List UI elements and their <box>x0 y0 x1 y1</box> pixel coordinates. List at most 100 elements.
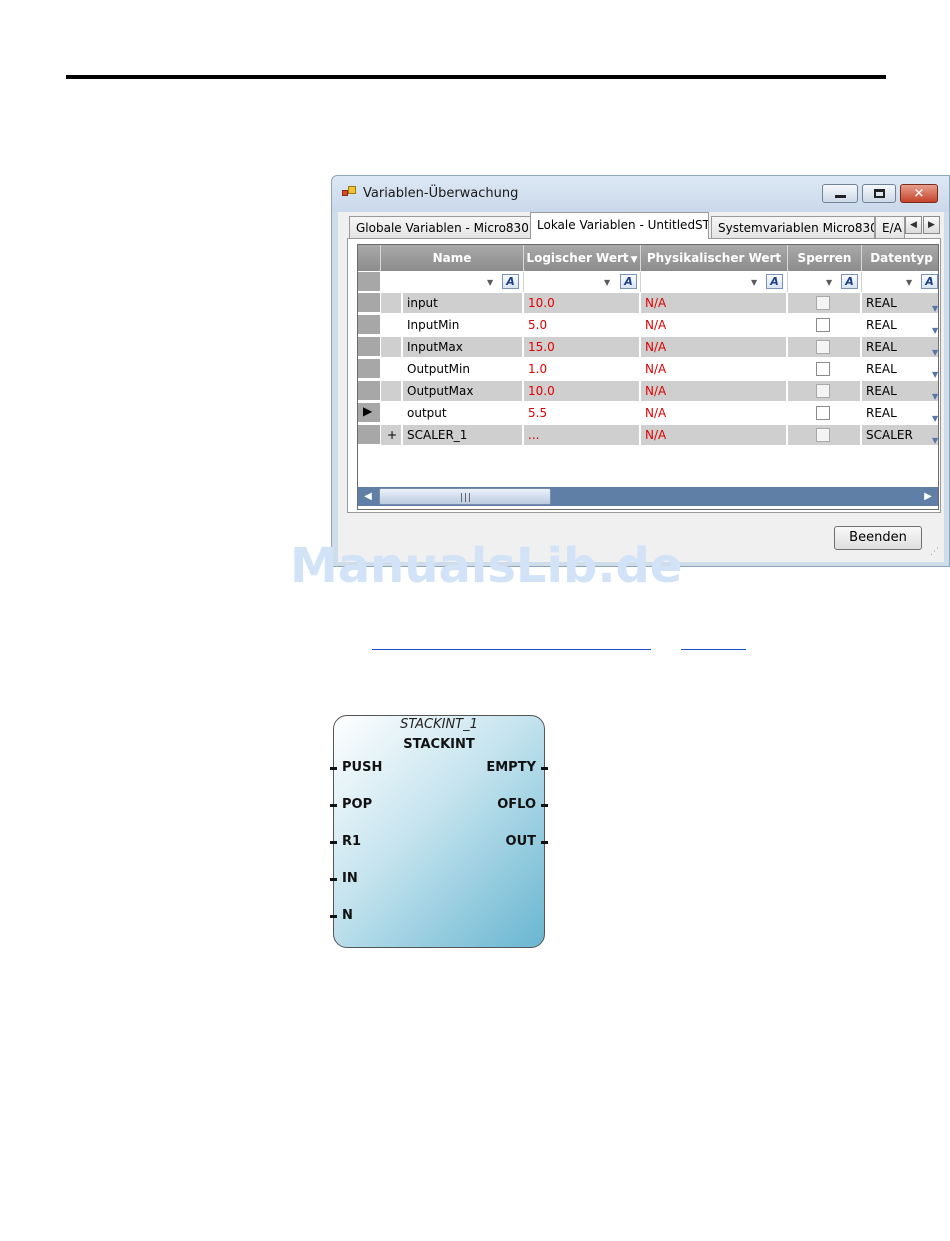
end-button[interactable]: Beenden <box>834 526 922 550</box>
expand-cell[interactable] <box>381 315 401 335</box>
output-pin-connector[interactable] <box>541 804 548 807</box>
row-header[interactable] <box>358 337 380 357</box>
cell-logical-value[interactable]: 10.0 <box>524 381 639 401</box>
row-header[interactable] <box>358 381 380 401</box>
tab-system-variables[interactable]: Systemvariablen Micro830 <box>711 216 875 238</box>
hyperlink-underline[interactable] <box>372 649 651 650</box>
filter-dropdown-icon[interactable]: ▼ <box>604 278 610 287</box>
filter-name[interactable]: ▼ A <box>381 272 524 292</box>
datatype-dropdown-icon[interactable]: ▼ <box>932 321 938 335</box>
cell-datatype[interactable]: SCALER ▼ <box>862 425 938 445</box>
cell-physical-value[interactable]: N/A <box>641 403 786 423</box>
filter-physical[interactable]: ▼ A <box>641 272 788 292</box>
column-header-lock[interactable]: Sperren <box>788 245 862 271</box>
horizontal-scrollbar[interactable]: ◀ ||| ▶ <box>358 487 938 506</box>
cell-logical-value[interactable]: 1.0 <box>524 359 639 379</box>
expand-cell[interactable] <box>381 403 401 423</box>
resize-grip-icon[interactable]: ⋰ <box>930 547 939 557</box>
cell-name[interactable]: SCALER_1 <box>403 425 522 445</box>
row-header[interactable] <box>358 425 380 445</box>
lock-checkbox[interactable] <box>816 428 830 442</box>
filter-icon[interactable]: A <box>921 274 938 289</box>
tab-global-variables[interactable]: Globale Variablen - Micro830 <box>349 216 532 238</box>
datatype-dropdown-icon[interactable]: ▼ <box>932 299 938 313</box>
row-header[interactable] <box>358 293 380 313</box>
cell-physical-value[interactable]: N/A <box>641 381 786 401</box>
row-header[interactable] <box>358 359 380 379</box>
scrollbar-thumb[interactable]: ||| <box>379 488 551 505</box>
cell-datatype[interactable]: REAL ▼ <box>862 293 938 313</box>
input-pin-connector[interactable] <box>330 767 337 770</box>
filter-lock[interactable]: ▼ A <box>788 272 862 292</box>
function-block[interactable]: STACKINT_1 STACKINT PUSH POP R1 IN N EMPTY OFL… <box>330 715 548 948</box>
tab-scroll-right-icon[interactable]: ▶ <box>923 216 940 234</box>
cell-logical-value[interactable]: 5.0 <box>524 315 639 335</box>
hyperlink-underline[interactable] <box>681 649 746 650</box>
input-pin-connector[interactable] <box>330 915 337 918</box>
expand-cell[interactable] <box>381 337 401 357</box>
tab-local-variables[interactable]: Lokale Variablen - UntitledST <box>530 212 709 239</box>
datatype-dropdown-icon[interactable]: ▼ <box>932 343 938 357</box>
cell-physical-value[interactable]: N/A <box>641 293 786 313</box>
cell-physical-value[interactable]: N/A <box>641 337 786 357</box>
output-pin-connector[interactable] <box>541 767 548 770</box>
column-header-datatype[interactable]: Datentyp <box>862 245 938 271</box>
filter-dropdown-icon[interactable]: ▼ <box>751 278 757 287</box>
cell-name[interactable]: input <box>403 293 522 313</box>
minimize-button[interactable] <box>822 184 858 203</box>
scroll-right-icon[interactable]: ▶ <box>920 487 936 506</box>
expand-cell[interactable] <box>381 359 401 379</box>
scroll-left-icon[interactable]: ◀ <box>360 487 376 506</box>
row-header[interactable] <box>358 315 380 335</box>
expand-icon[interactable]: + <box>381 425 401 445</box>
lock-checkbox[interactable] <box>816 384 830 398</box>
row-header[interactable]: ▶ <box>358 403 380 423</box>
cell-logical-value[interactable]: 10.0 <box>524 293 639 313</box>
filter-dropdown-icon[interactable]: ▼ <box>826 278 832 287</box>
lock-checkbox[interactable] <box>816 296 830 310</box>
datatype-dropdown-icon[interactable]: ▼ <box>932 431 938 445</box>
lock-checkbox[interactable] <box>816 362 830 376</box>
filter-icon[interactable]: A <box>620 274 637 289</box>
window-titlebar[interactable]: Variablen-Überwachung ✕ <box>332 176 949 212</box>
lock-checkbox[interactable] <box>816 340 830 354</box>
cell-physical-value[interactable]: N/A <box>641 315 786 335</box>
cell-physical-value[interactable]: N/A <box>641 359 786 379</box>
maximize-button[interactable] <box>862 184 896 203</box>
cell-datatype[interactable]: REAL ▼ <box>862 359 938 379</box>
filter-dropdown-icon[interactable]: ▼ <box>906 278 912 287</box>
cell-name[interactable]: OutputMin <box>403 359 522 379</box>
cell-datatype[interactable]: REAL ▼ <box>862 337 938 357</box>
datatype-dropdown-icon[interactable]: ▼ <box>932 387 938 401</box>
lock-checkbox[interactable] <box>816 406 830 420</box>
column-header-logical[interactable]: Logischer Wert ▼ <box>524 245 641 271</box>
datatype-dropdown-icon[interactable]: ▼ <box>932 365 938 379</box>
cell-datatype[interactable]: REAL ▼ <box>862 381 938 401</box>
cell-name[interactable]: InputMin <box>403 315 522 335</box>
output-pin-connector[interactable] <box>541 841 548 844</box>
filter-icon[interactable]: A <box>766 274 783 289</box>
input-pin-connector[interactable] <box>330 841 337 844</box>
filter-logical[interactable]: ▼ A <box>524 272 641 292</box>
expand-cell[interactable] <box>381 293 401 313</box>
cell-logical-value[interactable]: 15.0 <box>524 337 639 357</box>
filter-icon[interactable]: A <box>841 274 858 289</box>
cell-logical-value[interactable]: 5.5 <box>524 403 639 423</box>
input-pin-connector[interactable] <box>330 878 337 881</box>
column-header-name[interactable]: Name <box>381 245 524 271</box>
filter-icon[interactable]: A <box>502 274 519 289</box>
cell-datatype[interactable]: REAL ▼ <box>862 315 938 335</box>
cell-datatype[interactable]: REAL ▼ <box>862 403 938 423</box>
tab-io[interactable]: E/A <box>875 216 905 238</box>
tab-scroll-left-icon[interactable]: ◀ <box>905 216 922 234</box>
filter-datatype[interactable]: ▼ A <box>862 272 938 292</box>
cell-physical-value[interactable]: N/A <box>641 425 786 445</box>
cell-name[interactable]: OutputMax <box>403 381 522 401</box>
cell-name[interactable]: InputMax <box>403 337 522 357</box>
cell-name[interactable]: output <box>403 403 522 423</box>
lock-checkbox[interactable] <box>816 318 830 332</box>
expand-cell[interactable] <box>381 381 401 401</box>
datatype-dropdown-icon[interactable]: ▼ <box>932 409 938 423</box>
input-pin-connector[interactable] <box>330 804 337 807</box>
close-button[interactable]: ✕ <box>900 184 938 203</box>
